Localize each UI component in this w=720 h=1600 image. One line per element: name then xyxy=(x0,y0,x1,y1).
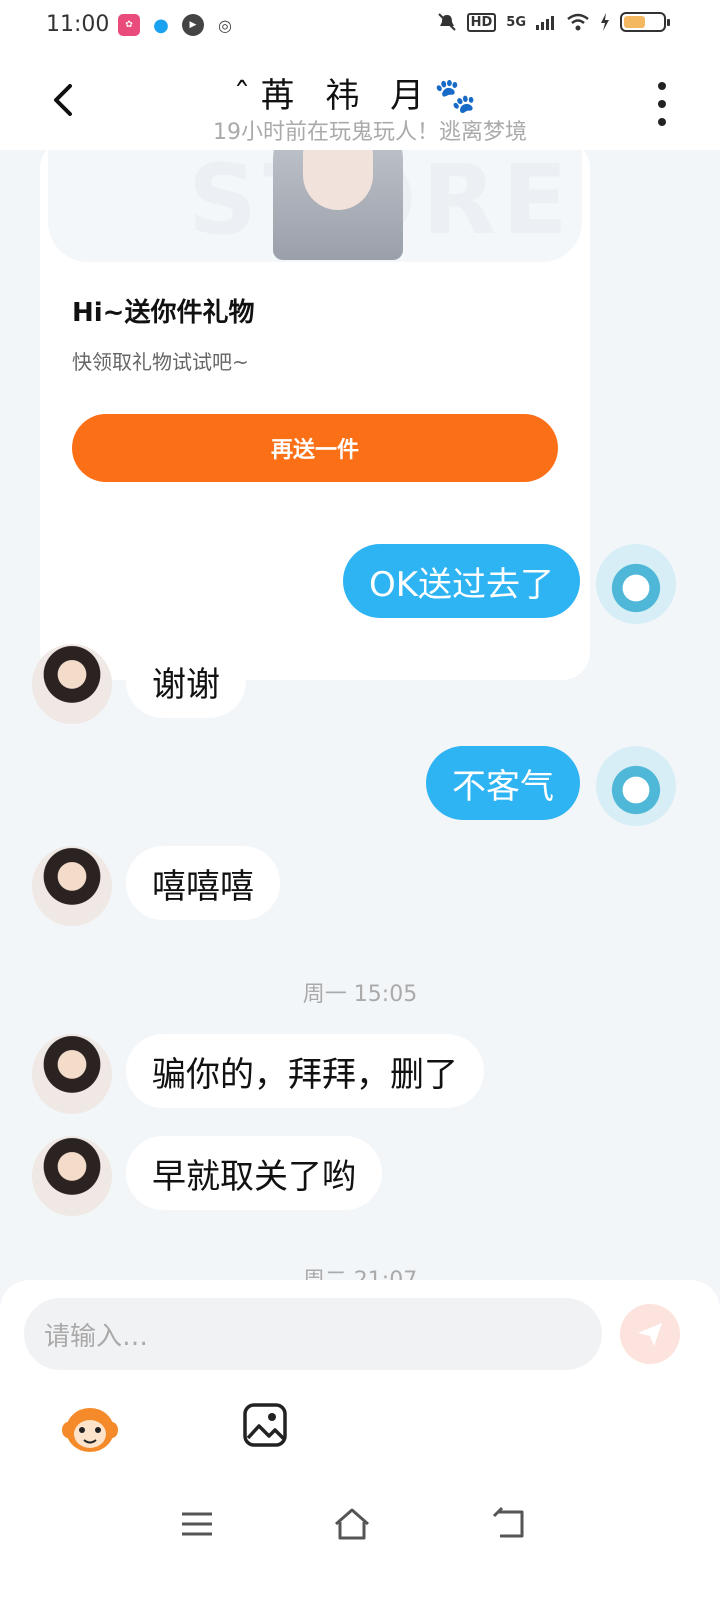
chat-header: ˆ苒 祎 月🐾 19小时前在玩鬼玩人！逃离梦境 xyxy=(0,56,720,150)
contact-avatar[interactable] xyxy=(32,1034,112,1114)
gift-subtitle: 快领取礼物试试吧~ xyxy=(72,350,249,374)
more-options-icon[interactable] xyxy=(648,82,676,126)
more-dot xyxy=(658,118,666,126)
wifi-icon xyxy=(567,13,589,31)
status-bar: 11:00 ✿ ● ▶ ◎ HD 5G xyxy=(0,0,720,56)
send-icon xyxy=(638,1323,662,1346)
message-bubble-incoming[interactable]: 嘻嘻嘻 xyxy=(126,846,280,920)
menu-icon[interactable] xyxy=(178,1506,218,1542)
app-badge-icon: ✿ xyxy=(118,14,140,36)
send-another-gift-button[interactable]: 再送一件 xyxy=(72,414,558,482)
chat-title: ˆ苒 祎 月🐾 xyxy=(233,76,487,116)
contact-avatar[interactable] xyxy=(32,644,112,724)
time-separator: 周一 15:05 xyxy=(302,982,418,1007)
back-nav-icon[interactable] xyxy=(490,1506,530,1542)
video-icon: ▶ xyxy=(182,14,204,36)
send-button[interactable] xyxy=(620,1304,680,1364)
chat-subtitle: 19小时前在玩鬼玩人！逃离梦境 xyxy=(213,120,527,145)
message-bubble-incoming[interactable]: 谢谢 xyxy=(126,644,246,718)
message-bubble-incoming[interactable]: 早就取关了哟 xyxy=(126,1136,382,1210)
message-bubble-outgoing[interactable]: 不客气 xyxy=(426,746,580,820)
home-icon[interactable] xyxy=(332,1506,372,1542)
status-indicators: HD 5G xyxy=(437,12,670,32)
charging-icon xyxy=(601,13,609,31)
battery-fill xyxy=(624,16,645,28)
message-bubble-incoming[interactable]: 骗你的，拜拜，删了 xyxy=(126,1034,484,1108)
more-dot xyxy=(658,82,666,90)
status-app-icons: ✿ ● ▶ ◎ xyxy=(118,14,236,36)
qq-icon: ● xyxy=(150,14,172,36)
chat-messages[interactable]: STORE Hi~送你件礼物 快领取礼物试试吧~ 再送一件 OK送过去了 谢谢 … xyxy=(0,150,720,1310)
gift-image: STORE xyxy=(48,150,582,262)
mute-icon xyxy=(437,13,456,31)
signal-icon xyxy=(536,16,554,30)
battery-icon xyxy=(620,12,670,32)
message-bubble-outgoing[interactable]: OK送过去了 xyxy=(342,544,580,618)
message-input[interactable]: 请输入… xyxy=(24,1298,602,1370)
browser-icon: ◎ xyxy=(214,14,236,36)
network-label: 5G xyxy=(506,14,526,30)
my-avatar[interactable] xyxy=(596,544,676,624)
contact-avatar[interactable] xyxy=(32,1136,112,1216)
contact-avatar[interactable] xyxy=(32,846,112,926)
image-icon[interactable] xyxy=(242,1402,288,1448)
gift-title: Hi~送你件礼物 xyxy=(72,298,255,328)
more-dot xyxy=(658,100,666,108)
system-nav-bar xyxy=(0,1490,720,1560)
my-avatar[interactable] xyxy=(596,746,676,826)
status-time: 11:00 xyxy=(46,12,110,37)
sticker-icon[interactable] xyxy=(60,1400,120,1456)
hd-icon: HD xyxy=(466,12,497,32)
